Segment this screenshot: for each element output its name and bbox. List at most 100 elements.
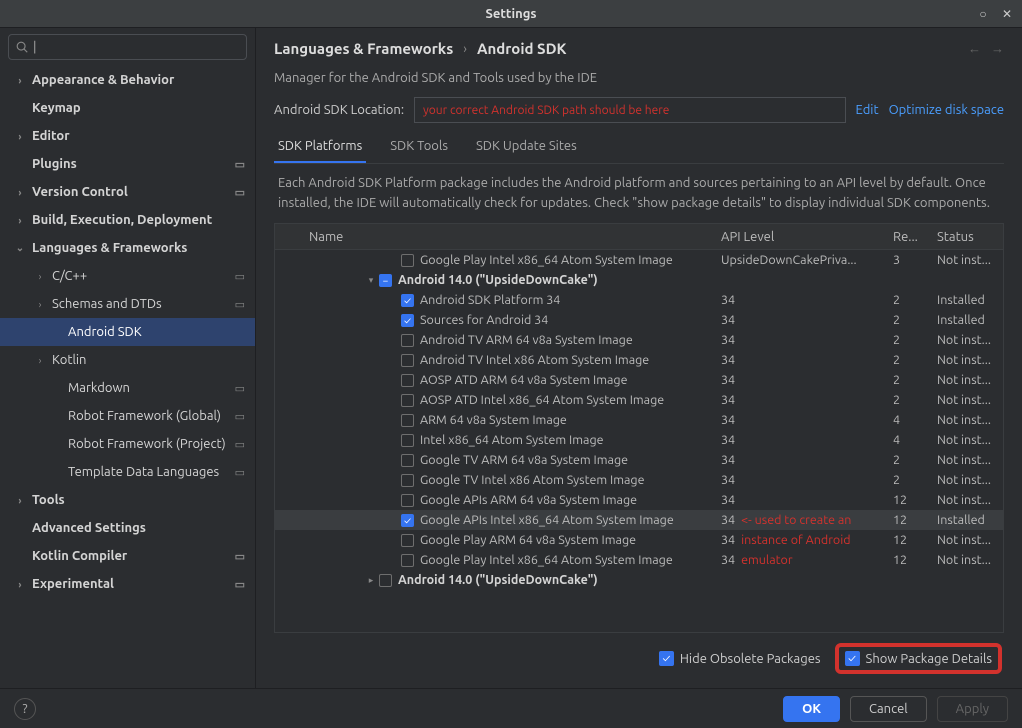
sidebar-item[interactable]: ›Schemas and DTDs▭	[0, 290, 255, 318]
back-arrow-icon[interactable]: ←	[968, 41, 981, 56]
table-row[interactable]: ✓Android SDK Platform 34342Installed	[275, 290, 1003, 310]
chevron-icon: ›	[14, 495, 26, 506]
edit-link[interactable]: Edit	[856, 103, 879, 117]
sidebar-item[interactable]: ›Editor	[0, 122, 255, 150]
sidebar-item[interactable]: ·Robot Framework (Global)▭	[0, 402, 255, 430]
forward-arrow-icon[interactable]: →	[991, 41, 1004, 56]
checkbox[interactable]: −	[379, 274, 392, 287]
apply-button: Apply	[937, 696, 1008, 722]
col-rev[interactable]: Re...	[887, 230, 931, 244]
checkbox[interactable]	[401, 354, 414, 367]
project-scope-icon: ▭	[235, 410, 245, 423]
checkbox[interactable]	[401, 474, 414, 487]
row-rev: 2	[887, 473, 931, 487]
table-row[interactable]: Google APIs ARM 64 v8a System Image3412N…	[275, 490, 1003, 510]
row-status: Not inst...	[931, 373, 1003, 387]
table-row[interactable]: AOSP ATD Intel x86_64 Atom System Image3…	[275, 390, 1003, 410]
checkbox[interactable]	[401, 534, 414, 547]
row-status: Not inst...	[931, 353, 1003, 367]
tab[interactable]: SDK Update Sites	[472, 131, 581, 163]
checkbox[interactable]: ✓	[401, 294, 414, 307]
sidebar-item[interactable]: ·Template Data Languages▭	[0, 458, 255, 486]
table-row[interactable]: ✓Google APIs Intel x86_64 Atom System Im…	[275, 510, 1003, 530]
sidebar-item[interactable]: ·Keymap	[0, 94, 255, 122]
checkbox-icon: ✓	[845, 651, 860, 666]
table-row[interactable]: Google Play Intel x86_64 Atom System Ima…	[275, 550, 1003, 570]
highlight-annotation: ✓ Show Package Details	[835, 643, 1002, 674]
sidebar-item[interactable]: ›Version Control▭	[0, 178, 255, 206]
sidebar-item-label: Version Control	[32, 185, 128, 199]
tab[interactable]: SDK Tools	[386, 131, 452, 163]
table-row[interactable]: ✓Sources for Android 34342Installed	[275, 310, 1003, 330]
sidebar-item[interactable]: ·Advanced Settings	[0, 514, 255, 542]
checkbox[interactable]	[401, 554, 414, 567]
checkbox[interactable]	[401, 254, 414, 267]
expand-icon[interactable]: ▾	[365, 275, 377, 286]
checkbox[interactable]	[401, 334, 414, 347]
sidebar: | ›Appearance & Behavior·Keymap›Editor·P…	[0, 28, 256, 688]
table-row[interactable]: ▾−Android 14.0 ("UpsideDownCake")	[275, 270, 1003, 290]
checkbox[interactable]	[401, 434, 414, 447]
breadcrumb-seg1[interactable]: Languages & Frameworks	[274, 40, 453, 57]
search-cursor: |	[33, 40, 37, 54]
sidebar-item[interactable]: ·Kotlin Compiler▭	[0, 542, 255, 570]
ok-button[interactable]: OK	[783, 696, 840, 722]
sidebar-item-label: Markdown	[68, 381, 130, 395]
sidebar-item[interactable]: ›C/C++▭	[0, 262, 255, 290]
minimize-icon[interactable]: ○	[976, 7, 990, 21]
row-api: 34	[715, 293, 887, 307]
table-row[interactable]: AOSP ATD ARM 64 v8a System Image342Not i…	[275, 370, 1003, 390]
table-row[interactable]: Google TV Intel x86 Atom System Image342…	[275, 470, 1003, 490]
checkbox[interactable]	[379, 574, 392, 587]
annotation-text: <- used to create an	[741, 513, 851, 527]
window-title: Settings	[485, 7, 536, 21]
col-name[interactable]: Name	[275, 230, 715, 244]
sidebar-item[interactable]: ›Tools	[0, 486, 255, 514]
chevron-icon: ›	[14, 131, 26, 142]
sidebar-item[interactable]: ·Robot Framework (Project)▭	[0, 430, 255, 458]
sidebar-item[interactable]: ⌄Languages & Frameworks	[0, 234, 255, 262]
table-row[interactable]: Google Play ARM 64 v8a System Image34ins…	[275, 530, 1003, 550]
project-scope-icon: ▭	[235, 382, 245, 395]
table-row[interactable]: Intel x86_64 Atom System Image344Not ins…	[275, 430, 1003, 450]
checkbox[interactable]	[401, 494, 414, 507]
help-button[interactable]: ?	[14, 698, 36, 720]
table-row[interactable]: ▸Android 14.0 ("UpsideDownCake")	[275, 570, 1003, 590]
table-body[interactable]: Google Play Intel x86_64 Atom System Ima…	[275, 250, 1003, 632]
checkbox[interactable]: ✓	[401, 314, 414, 327]
table-row[interactable]: Google TV ARM 64 v8a System Image342Not …	[275, 450, 1003, 470]
expand-icon[interactable]: ▸	[365, 575, 377, 586]
col-api[interactable]: API Level	[715, 230, 887, 244]
sidebar-item[interactable]: ›Appearance & Behavior	[0, 66, 255, 94]
tab[interactable]: SDK Platforms	[274, 131, 366, 163]
sidebar-item[interactable]: ·Plugins▭	[0, 150, 255, 178]
table-row[interactable]: Google Play Intel x86_64 Atom System Ima…	[275, 250, 1003, 270]
sidebar-item[interactable]: ·Markdown▭	[0, 374, 255, 402]
show-details-checkbox[interactable]: ✓ Show Package Details	[845, 651, 992, 666]
row-rev: 2	[887, 333, 931, 347]
checkbox[interactable]	[401, 454, 414, 467]
row-status: Not inst...	[931, 553, 1003, 567]
close-icon[interactable]: ✕	[1000, 7, 1014, 21]
sidebar-item[interactable]: ·Android SDK	[0, 318, 255, 346]
checkbox[interactable]	[401, 414, 414, 427]
col-status[interactable]: Status	[931, 230, 1003, 244]
search-input[interactable]: |	[8, 34, 247, 60]
optimize-link[interactable]: Optimize disk space	[889, 103, 1004, 117]
checkbox[interactable]	[401, 394, 414, 407]
hide-obsolete-checkbox[interactable]: ✓ Hide Obsolete Packages	[659, 651, 821, 666]
cancel-button[interactable]: Cancel	[850, 696, 927, 722]
table-row[interactable]: Android TV ARM 64 v8a System Image342Not…	[275, 330, 1003, 350]
checkbox[interactable]	[401, 374, 414, 387]
sidebar-item[interactable]: ›Build, Execution, Deployment	[0, 206, 255, 234]
row-status: Installed	[931, 513, 1003, 527]
row-name: Google Play Intel x86_64 Atom System Ima…	[420, 553, 673, 567]
sidebar-item[interactable]: ›Kotlin	[0, 346, 255, 374]
checkbox[interactable]: ✓	[401, 514, 414, 527]
sidebar-item[interactable]: ›Experimental▭	[0, 570, 255, 598]
sdk-location-field[interactable]: your correct Android SDK path should be …	[414, 97, 845, 123]
table-row[interactable]: Android TV Intel x86 Atom System Image34…	[275, 350, 1003, 370]
row-status: Installed	[931, 293, 1003, 307]
sidebar-item-label: Languages & Frameworks	[32, 241, 187, 255]
table-row[interactable]: ARM 64 v8a System Image344Not inst...	[275, 410, 1003, 430]
